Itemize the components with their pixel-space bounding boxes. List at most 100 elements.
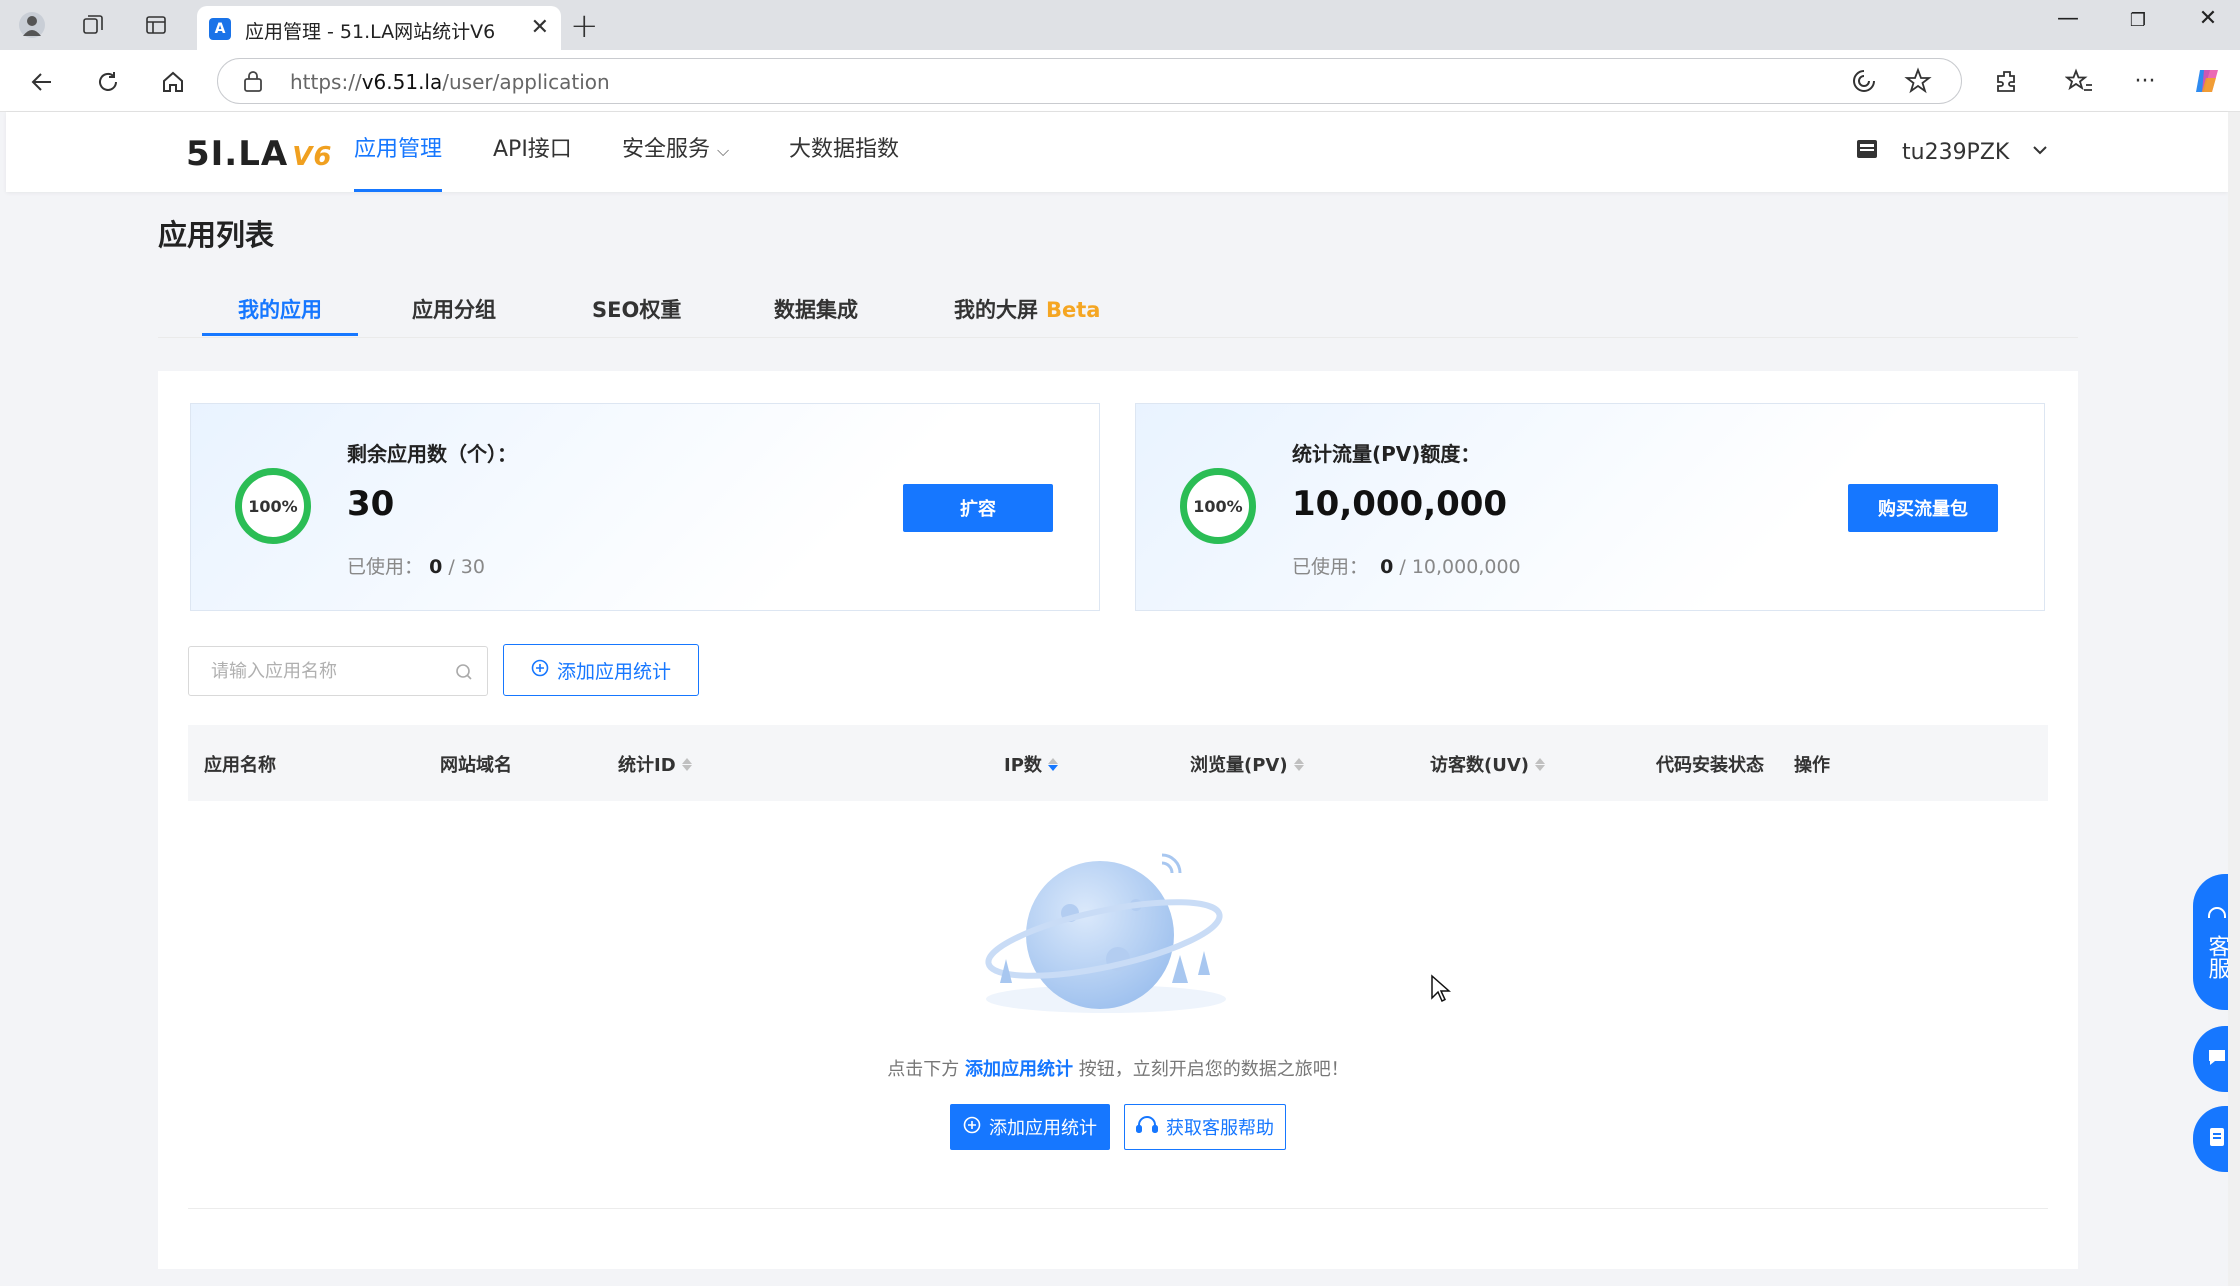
- app-search[interactable]: [188, 646, 488, 696]
- quota-ring: 100%: [235, 468, 311, 544]
- card-value: 10,000,000: [1292, 484, 1508, 524]
- col-label: 代码安装状态: [1656, 755, 1764, 776]
- empty-hint-prefix: 点击下方: [887, 1059, 960, 1080]
- site-header: 5I.LA V6 应用管理 API接口 安全服务 ⌵ 大数据指数 tu239PZK: [6, 112, 2228, 192]
- expand-capacity-button[interactable]: 扩容: [903, 484, 1053, 532]
- nav-security-label: 安全服务: [622, 137, 711, 162]
- url-path: /user/application: [442, 70, 610, 94]
- add-app-button[interactable]: 添加应用统计: [503, 644, 699, 696]
- nav-security-service[interactable]: 安全服务 ⌵: [622, 112, 729, 192]
- url-host: v6.51.la: [361, 70, 443, 94]
- headset-icon: [2206, 906, 2228, 933]
- get-support-button[interactable]: 获取客服帮助: [1124, 1104, 1286, 1150]
- chevron-down-icon: ⌵: [717, 141, 730, 160]
- col-domain: 网站域名: [440, 751, 512, 777]
- url-prefix: https://: [290, 70, 362, 94]
- tab-actions-icon[interactable]: [140, 9, 172, 41]
- col-label: 网站域名: [440, 755, 512, 776]
- used-total: / 30: [448, 556, 485, 578]
- empty-hint-suffix: 按钮，立刻开启您的数据之旅吧！: [1078, 1059, 1349, 1080]
- card-used: 已使用： 0 / 10,000,000: [1292, 552, 1521, 579]
- home-icon[interactable]: [155, 64, 191, 100]
- window-close-icon[interactable]: ✕: [2188, 6, 2228, 31]
- nav-api[interactable]: API接口: [493, 112, 572, 192]
- extensions-icon[interactable]: [1990, 64, 2024, 98]
- browser-tab-active[interactable]: A 应用管理 - 51.LA网站统计V6 ✕: [197, 6, 561, 50]
- customer-service-label: 客服: [2204, 934, 2230, 979]
- nav-big-data-index[interactable]: 大数据指数: [789, 112, 899, 192]
- card-used: 已使用： 0 / 30: [347, 552, 485, 579]
- lock-icon[interactable]: [242, 69, 264, 97]
- col-install-status: 代码安装状态: [1656, 751, 1764, 777]
- favorite-star-icon[interactable]: [1904, 67, 1932, 99]
- plus-circle-icon: [531, 659, 549, 682]
- col-pv[interactable]: 浏览量(PV): [1190, 751, 1304, 777]
- new-tab-icon[interactable]: +: [570, 6, 599, 46]
- sort-icon[interactable]: [681, 757, 692, 771]
- user-menu[interactable]: tu239PZK: [1854, 136, 2049, 168]
- col-label: 统计ID: [618, 755, 676, 776]
- col-label: 操作: [1794, 755, 1830, 776]
- nav-app-management[interactable]: 应用管理: [354, 112, 443, 192]
- back-icon[interactable]: [24, 64, 60, 100]
- remaining-apps-card: 100% 剩余应用数（个）： 30 已使用： 0 / 30 扩容: [190, 403, 1100, 611]
- headset-icon: [1136, 1115, 1158, 1140]
- sort-icon[interactable]: [1047, 757, 1058, 771]
- sub-tabs: 我的应用 应用分组 SEO权重 数据集成 我的大屏 Beta: [158, 268, 2078, 338]
- tab-seo-weight[interactable]: SEO权重: [592, 294, 681, 324]
- search-input[interactable]: [189, 647, 439, 695]
- url-text[interactable]: https://v6.51.la/user/application: [290, 70, 610, 94]
- collections-icon[interactable]: [77, 9, 109, 41]
- profile-avatar-icon[interactable]: [16, 9, 48, 41]
- col-uv[interactable]: 访客数(UV): [1430, 751, 1545, 777]
- address-bar[interactable]: https://v6.51.la/user/application: [217, 58, 1962, 104]
- tab-my-dashboard[interactable]: 我的大屏 Beta: [954, 294, 1100, 324]
- minimize-icon[interactable]: —: [2048, 6, 2088, 31]
- add-app-label: 添加应用统计: [556, 660, 671, 683]
- empty-hint-link[interactable]: 添加应用统计: [965, 1059, 1073, 1080]
- favorites-list-icon[interactable]: [2062, 64, 2096, 98]
- plus-circle-icon: [963, 1116, 981, 1139]
- more-menu-icon[interactable]: ···: [2128, 64, 2162, 98]
- sort-icon[interactable]: [1293, 757, 1304, 771]
- tab-my-dashboard-label: 我的大屏: [954, 298, 1038, 322]
- col-app-name: 应用名称: [204, 751, 276, 777]
- tab-app-groups[interactable]: 应用分组: [412, 294, 496, 324]
- col-label: 浏览量(PV): [1190, 755, 1288, 776]
- col-ip[interactable]: IP数: [1004, 751, 1058, 777]
- tab-data-integration[interactable]: 数据集成: [774, 294, 858, 324]
- used-label: 已使用：: [1292, 556, 1369, 578]
- divider: [188, 1208, 2048, 1209]
- tab-my-apps[interactable]: 我的应用: [238, 294, 322, 324]
- add-app-primary-button[interactable]: 添加应用统计: [950, 1104, 1110, 1150]
- get-support-label: 获取客服帮助: [1166, 1118, 1274, 1139]
- site-favicon-icon: A: [209, 18, 231, 40]
- page-title: 应用列表: [158, 218, 275, 252]
- restore-icon[interactable]: ❐: [2118, 10, 2158, 31]
- search-icon[interactable]: [455, 663, 473, 685]
- empty-planet-illustration: [985, 853, 1226, 1013]
- chevron-down-icon: [2031, 140, 2049, 165]
- quota-ring: 100%: [1180, 468, 1256, 544]
- tab-close-icon[interactable]: ✕: [531, 15, 549, 40]
- used-value: 0: [429, 556, 443, 578]
- read-aloud-icon[interactable]: [1850, 67, 1878, 99]
- col-stat-id[interactable]: 统计ID: [618, 751, 692, 777]
- pv-quota-card: 100% 统计流量(PV)额度： 10,000,000 已使用： 0 / 10,…: [1135, 403, 2045, 611]
- reload-icon[interactable]: [90, 64, 126, 100]
- page-scrollbar[interactable]: [2228, 112, 2240, 1286]
- card-value: 30: [347, 484, 395, 524]
- logo-version: V6: [292, 142, 333, 172]
- used-label: 已使用：: [347, 556, 424, 578]
- beta-badge: Beta: [1046, 298, 1101, 322]
- account-icon: [1854, 136, 1880, 168]
- browser-tabbar: A 应用管理 - 51.LA网站统计V6 ✕ + — ❐ ✕: [0, 0, 2240, 50]
- site-logo[interactable]: 5I.LA V6: [186, 134, 332, 174]
- copilot-icon[interactable]: [2190, 64, 2224, 98]
- buy-traffic-button[interactable]: 购买流量包: [1848, 484, 1998, 532]
- mouse-cursor-icon: [1431, 974, 1451, 1003]
- sort-icon[interactable]: [1535, 757, 1545, 771]
- col-actions: 操作: [1794, 751, 1830, 777]
- main-panel: 100% 剩余应用数（个）： 30 已使用： 0 / 30 扩容 100% 统计…: [158, 371, 2078, 1269]
- used-value: 0: [1380, 556, 1394, 578]
